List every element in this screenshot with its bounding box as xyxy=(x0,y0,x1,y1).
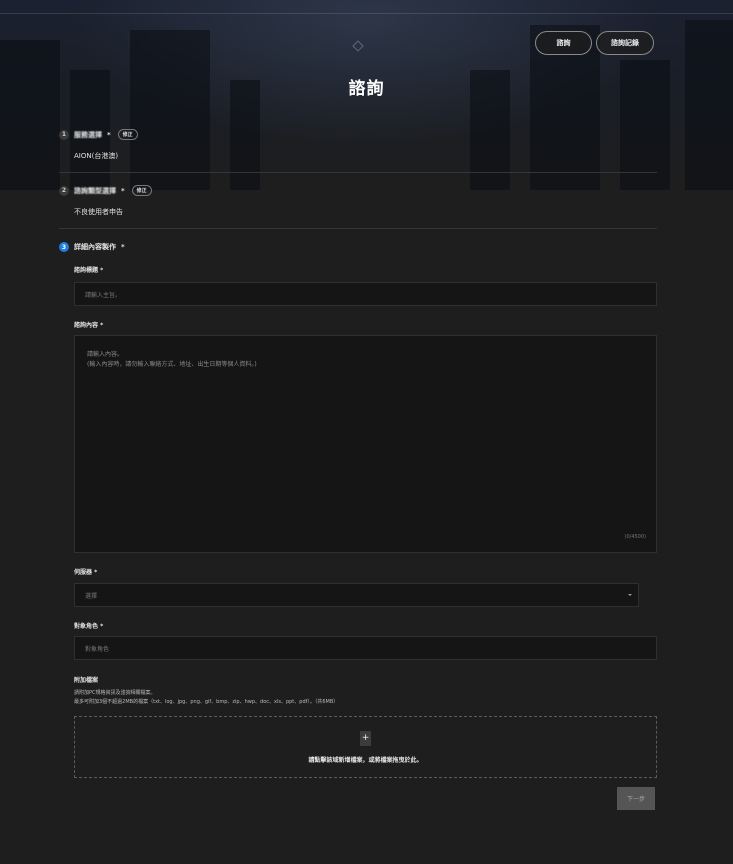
edit-inquiry-type-button[interactable]: 修正 xyxy=(131,185,152,196)
character-input[interactable]: 對象角色 xyxy=(74,636,657,660)
required-mark: * xyxy=(100,267,104,274)
character-label: 對象角色 * xyxy=(74,621,103,630)
subject-label-text: 諮詢標題 xyxy=(74,267,99,274)
step-number: 2 xyxy=(59,185,69,196)
subject-label: 諮詢標題 * xyxy=(74,265,103,274)
character-counter: (0/4500) xyxy=(624,534,647,540)
cathedral-silhouette xyxy=(130,30,210,190)
content-placeholder: 請輸入內容。 xyxy=(87,351,124,358)
server-select[interactable]: 選擇 xyxy=(74,583,639,607)
required-mark: * xyxy=(100,322,104,329)
required-mark: * xyxy=(100,623,104,630)
step-number: 3 xyxy=(59,242,69,252)
header-divider xyxy=(0,13,733,14)
header-actions: 諮詢 諮詢記錄 xyxy=(535,31,654,55)
step-label: 服務選擇 xyxy=(74,130,102,139)
cathedral-silhouette xyxy=(0,40,60,190)
selected-service: AION(台港澳) xyxy=(74,152,119,160)
attachment-limit-line: 最多可附加3個不超過2MB的檔案（txt、log、jpg、png、gif、bmp… xyxy=(74,699,339,705)
step-number: 1 xyxy=(59,129,69,140)
divider xyxy=(59,228,657,229)
divider xyxy=(59,172,657,173)
inquiry-history-button[interactable]: 諮詢記錄 xyxy=(596,31,654,55)
next-button[interactable]: 下一步 xyxy=(617,787,655,810)
dropzone-text: 請點擊該域新增檔案，或將檔案拖曳於此。 xyxy=(308,756,423,764)
diamond-emblem-icon xyxy=(352,40,364,52)
server-label-text: 伺服器 xyxy=(74,569,93,576)
step-service: 1 服務選擇 * 修正 xyxy=(59,129,138,140)
plus-icon[interactable]: + xyxy=(360,730,371,746)
attachment-label: 附加檔案 xyxy=(74,677,99,684)
selected-inquiry-type: 不良使用者申告 xyxy=(74,208,123,216)
character-placeholder: 對象角色 xyxy=(85,645,110,653)
content-placeholder-note: (輸入內容時，請勿輸入聯絡方式、地址、出生日期等個人資料。) xyxy=(87,361,257,368)
subject-placeholder: 請輸入主旨。 xyxy=(85,291,122,299)
content-textarea[interactable]: 請輸入內容。 (輸入內容時，請勿輸入聯絡方式、地址、出生日期等個人資料。) (0… xyxy=(74,335,657,553)
required-mark: * xyxy=(107,130,111,139)
attachment-hint: 請附加PC規格資訊及諮詢相關檔案。 最多可附加3個不超過2MB的檔案（txt、l… xyxy=(74,689,338,707)
content-label-text: 諮詢內容 xyxy=(74,322,99,329)
subject-input[interactable]: 請輸入主旨。 xyxy=(74,282,657,306)
required-mark: * xyxy=(121,243,125,251)
required-mark: * xyxy=(94,569,98,576)
chevron-down-icon xyxy=(628,594,632,596)
file-dropzone[interactable]: + 請點擊該域新增檔案，或將檔案拖曳於此。 xyxy=(74,716,657,778)
server-label: 伺服器 * xyxy=(74,567,97,576)
inquiry-button[interactable]: 諮詢 xyxy=(535,31,592,55)
content-label: 諮詢內容 * xyxy=(74,320,103,329)
server-selected-value: 選擇 xyxy=(85,592,98,600)
step-label: 詳細內容製作 xyxy=(74,243,116,251)
step-inquiry-type: 2 諮詢類型選擇 * 修正 xyxy=(59,185,152,196)
edit-service-button[interactable]: 修正 xyxy=(117,129,138,140)
attachment-hint-line: 請附加PC規格資訊及諮詢相關檔案。 xyxy=(74,690,156,696)
cathedral-silhouette xyxy=(685,20,733,190)
step-details: 3 詳細內容製作 * xyxy=(59,242,125,252)
page-title: 諮詢 xyxy=(348,79,385,99)
character-label-text: 對象角色 xyxy=(74,623,99,630)
required-mark: * xyxy=(121,186,125,195)
step-label: 諮詢類型選擇 xyxy=(74,186,116,195)
